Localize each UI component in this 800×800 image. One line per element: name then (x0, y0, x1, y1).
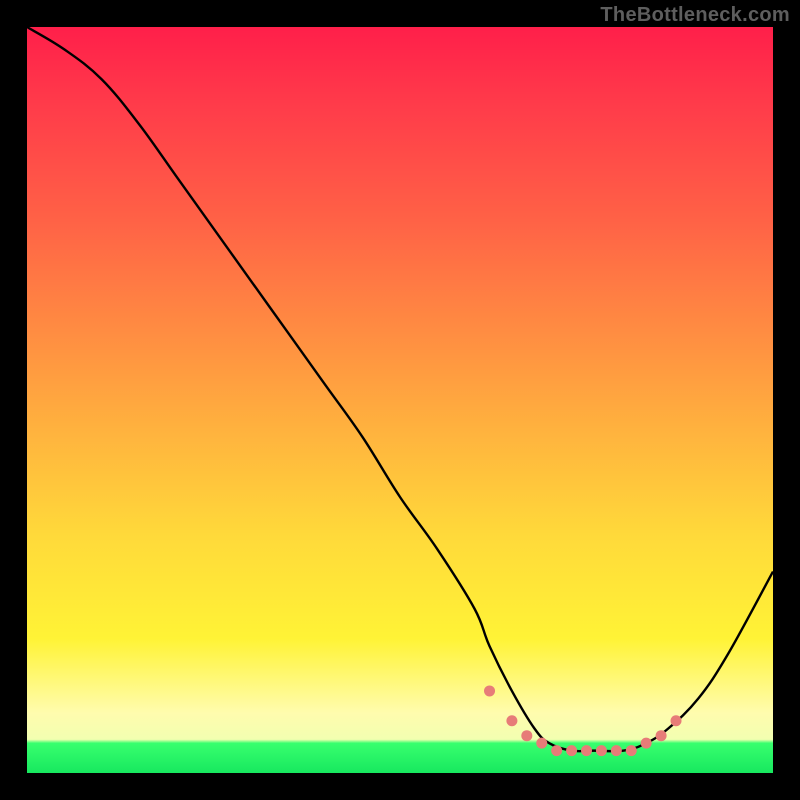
bottleneck-curve (27, 27, 773, 751)
optimal-dot (611, 745, 622, 756)
optimal-dot (484, 685, 495, 696)
optimal-dot (536, 738, 547, 749)
optimal-dot (551, 745, 562, 756)
optimal-dot (566, 745, 577, 756)
optimal-dot (581, 745, 592, 756)
optimal-dot (656, 730, 667, 741)
chart-frame: TheBottleneck.com (0, 0, 800, 800)
optimal-dot (641, 738, 652, 749)
curve-layer (27, 27, 773, 773)
optimal-dot (626, 745, 637, 756)
optimal-dot (671, 715, 682, 726)
optimal-dot (596, 745, 607, 756)
watermark-text: TheBottleneck.com (600, 4, 790, 27)
plot-area (27, 27, 773, 773)
optimal-dot (506, 715, 517, 726)
optimal-dot (521, 730, 532, 741)
